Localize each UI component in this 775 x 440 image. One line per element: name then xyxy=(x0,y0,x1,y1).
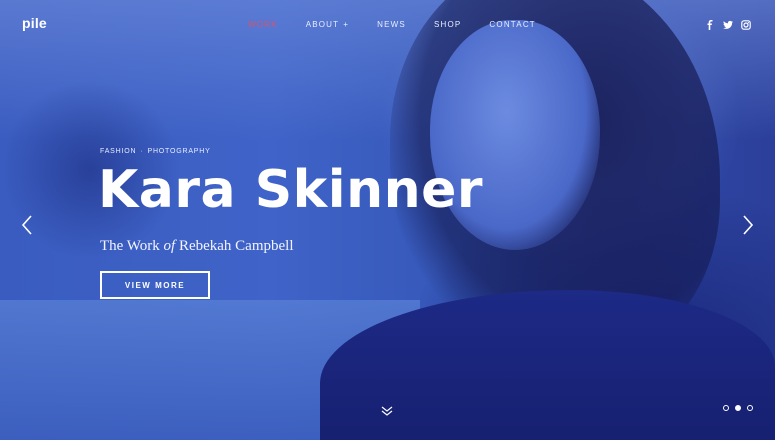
facebook-icon[interactable] xyxy=(705,20,715,30)
nav-item-shop[interactable]: SHOP xyxy=(434,20,461,29)
instagram-icon[interactable] xyxy=(741,20,751,30)
twitter-icon[interactable] xyxy=(723,20,733,30)
chevron-left-icon xyxy=(21,215,32,235)
slider-pagination xyxy=(723,405,753,411)
category-tags: FASHION · PHOTOGRAPHY xyxy=(100,148,211,155)
main-nav: WORK ABOUT + NEWS SHOP CONTACT xyxy=(248,20,564,29)
category-fashion-link[interactable]: FASHION xyxy=(100,148,136,155)
chevron-right-icon xyxy=(743,215,754,235)
subtitle-part: Rebekah Campbell xyxy=(175,238,294,254)
subtitle-part: The Work xyxy=(100,238,164,254)
nav-item-label: SHOP xyxy=(433,20,462,29)
submenu-plus-icon: + xyxy=(343,20,350,29)
top-navigation-bar: pile WORK ABOUT + NEWS SHOP CONTACT xyxy=(0,0,775,50)
nav-item-about[interactable]: ABOUT + xyxy=(306,20,349,29)
slide-dot-1[interactable] xyxy=(723,405,729,411)
previous-slide-button[interactable] xyxy=(20,214,34,236)
nav-item-work[interactable]: WORK xyxy=(248,20,278,29)
nav-item-label: ABOUT xyxy=(305,20,340,29)
social-links xyxy=(705,20,751,30)
hero-title: Kara Skinner xyxy=(98,160,484,220)
hero-background-image xyxy=(0,0,775,440)
site-logo[interactable]: pile xyxy=(22,15,47,31)
next-slide-button[interactable] xyxy=(741,214,755,236)
category-separator: · xyxy=(140,148,144,155)
nav-item-label: WORK xyxy=(248,20,278,29)
nav-item-news[interactable]: NEWS xyxy=(377,20,406,29)
category-photography-link[interactable]: PHOTOGRAPHY xyxy=(147,148,210,155)
nav-item-label: NEWS xyxy=(377,20,406,29)
slide-dot-3[interactable] xyxy=(747,405,753,411)
slide-dot-2[interactable] xyxy=(735,405,741,411)
subtitle-italic: of xyxy=(163,238,176,254)
double-chevron-down-icon xyxy=(381,406,393,416)
nav-item-label: CONTACT xyxy=(489,20,536,29)
nav-item-contact[interactable]: CONTACT xyxy=(489,20,535,29)
hero-subtitle: The Work of Rebekah Campbell xyxy=(100,238,294,255)
scroll-down-button[interactable] xyxy=(380,405,394,417)
view-more-button[interactable]: VIEW MORE xyxy=(100,271,210,299)
